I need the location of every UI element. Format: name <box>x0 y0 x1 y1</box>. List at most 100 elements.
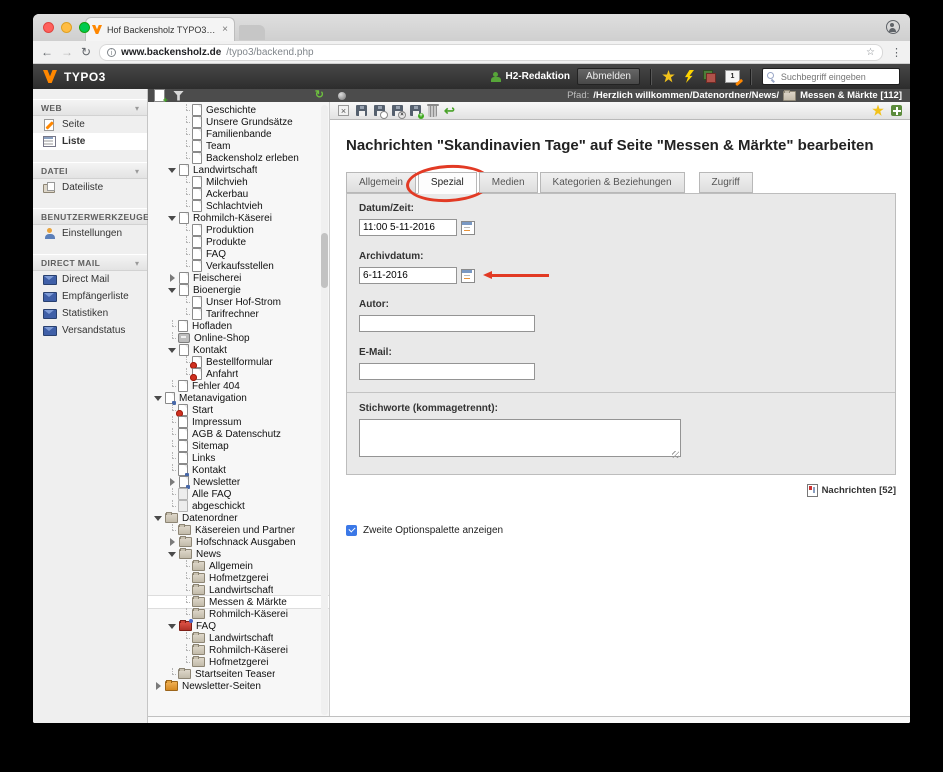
tree-item-bestellformular[interactable]: Bestellformular <box>148 356 329 368</box>
tree-expander-icon[interactable] <box>168 622 177 631</box>
lightning-icon[interactable] <box>684 70 694 83</box>
save-close-icon[interactable]: × <box>392 105 403 116</box>
current-record[interactable]: Messen & Märkte [112] <box>800 90 902 101</box>
tree-expander-icon[interactable] <box>168 538 177 547</box>
tree-item-abgeschickt[interactable]: abgeschickt <box>148 500 329 512</box>
bookmark-star-icon[interactable]: ☆ <box>866 47 875 58</box>
tree-item-sitemap[interactable]: Sitemap <box>148 440 329 452</box>
tree-item-hofschnack-ausgaben[interactable]: Hofschnack Ausgaben <box>148 536 329 548</box>
tree-item-produktion[interactable]: Produktion <box>148 224 329 236</box>
tree-item-rohmilch-käserei[interactable]: Rohmilch-Käserei <box>148 608 329 620</box>
tree-expander-icon[interactable] <box>154 682 163 691</box>
tree-item-faq[interactable]: FAQ <box>148 620 329 632</box>
record-count-link[interactable]: Nachrichten [52] <box>822 485 896 496</box>
logout-button[interactable]: Abmelden <box>577 68 640 85</box>
tree-item-verkaufsstellen[interactable]: Verkaufsstellen <box>148 260 329 272</box>
tree-item-faq[interactable]: FAQ <box>148 248 329 260</box>
archivdatum-input[interactable] <box>359 267 457 284</box>
back-icon[interactable]: ← <box>41 46 53 58</box>
tree-item-fehler-404[interactable]: Fehler 404 <box>148 380 329 392</box>
tree-item-newsletter[interactable]: Newsletter <box>148 476 329 488</box>
sidebar-section-header[interactable]: DATEI▾ <box>33 162 147 179</box>
tree-expander-icon[interactable] <box>168 478 177 487</box>
tree-item-fleischerei[interactable]: Fleischerei <box>148 272 329 284</box>
sidebar-item-statistiken[interactable]: Statistiken <box>33 305 147 322</box>
save-view-icon[interactable] <box>374 105 385 116</box>
tree-item-anfahrt[interactable]: Anfahrt <box>148 368 329 380</box>
sidebar-item-liste[interactable]: Liste <box>33 133 147 150</box>
datum-input[interactable] <box>359 219 457 236</box>
tree-item-schlachtvieh[interactable]: Schlachtvieh <box>148 200 329 212</box>
refresh-icon[interactable] <box>315 90 324 101</box>
opendocs-icon[interactable]: 1 <box>725 70 740 83</box>
tab-allgemein[interactable]: Allgemein <box>346 172 416 193</box>
tree-item-startseiten-teaser[interactable]: Startseiten Teaser <box>148 668 329 680</box>
tree-item-produkte[interactable]: Produkte <box>148 236 329 248</box>
undo-icon[interactable] <box>444 104 455 117</box>
tree-expander-icon[interactable] <box>154 514 163 523</box>
tree-item-landwirtschaft[interactable]: Landwirtschaft <box>148 584 329 596</box>
close-tab-icon[interactable]: × <box>222 24 228 35</box>
calendar-icon[interactable] <box>461 221 475 235</box>
tree-expander-icon[interactable] <box>168 166 177 175</box>
search-input[interactable] <box>779 71 895 83</box>
tree-item-landwirtschaft[interactable]: Landwirtschaft <box>148 632 329 644</box>
tree-expander-icon[interactable] <box>154 394 163 403</box>
sidebar-item-empfängerliste[interactable]: Empfängerliste <box>33 288 147 305</box>
tree-item-hofladen[interactable]: Hofladen <box>148 320 329 332</box>
save-icon[interactable] <box>356 105 367 116</box>
tab-kategorien-beziehungen[interactable]: Kategorien & Beziehungen <box>540 172 685 193</box>
tree-scrollbar-thumb[interactable] <box>321 233 328 288</box>
trash-icon[interactable] <box>428 106 437 117</box>
tree-item-online-shop[interactable]: Online-Shop <box>148 332 329 344</box>
tab-spezial[interactable]: Spezial <box>418 172 477 194</box>
options-checkbox[interactable] <box>346 525 357 536</box>
new-page-icon[interactable] <box>154 89 165 102</box>
star-icon[interactable] <box>662 70 675 83</box>
typo3-logo-icon[interactable] <box>43 70 57 83</box>
tree-item-geschichte[interactable]: Geschichte <box>148 104 329 116</box>
sidebar-item-versandstatus[interactable]: Versandstatus <box>33 322 147 339</box>
tree-expander-icon[interactable] <box>168 214 177 223</box>
sidebar-item-einstellungen[interactable]: Einstellungen <box>33 225 147 242</box>
reload-icon[interactable]: ↻ <box>81 46 91 58</box>
tree-item-start[interactable]: Start <box>148 404 329 416</box>
tab-zugriff[interactable]: Zugriff <box>699 172 753 193</box>
tree-item-ackerbau[interactable]: Ackerbau <box>148 188 329 200</box>
tree-item-hofmetzgerei[interactable]: Hofmetzgerei <box>148 656 329 668</box>
tree-item-impressum[interactable]: Impressum <box>148 416 329 428</box>
tree-item-tarifrechner[interactable]: Tarifrechner <box>148 308 329 320</box>
new-tab-button[interactable] <box>239 25 265 40</box>
browser-profile-icon[interactable] <box>886 20 900 34</box>
tree-expander-icon[interactable] <box>168 286 177 295</box>
close-icon[interactable] <box>338 105 349 116</box>
sidebar-item-direct-mail[interactable]: Direct Mail <box>33 271 147 288</box>
tree-item-käsereien-und-partner[interactable]: Käsereien und Partner <box>148 524 329 536</box>
tree-item-rohmilch-käserei[interactable]: Rohmilch-Käserei <box>148 644 329 656</box>
tree-item-kontakt[interactable]: Kontakt <box>148 344 329 356</box>
browser-tab[interactable]: Hof Backensholz TYPO3 - V6… × <box>85 17 235 41</box>
tree-item-agb-datenschutz[interactable]: AGB & Datenschutz <box>148 428 329 440</box>
tree-item-familienbande[interactable]: Familienbande <box>148 128 329 140</box>
tree-item-bioenergie[interactable]: Bioenergie <box>148 284 329 296</box>
calendar-icon[interactable] <box>461 269 475 283</box>
sidebar-section-header[interactable]: WEB▾ <box>33 99 147 116</box>
tree-item-team[interactable]: Team <box>148 140 329 152</box>
zoom-window-button[interactable] <box>79 22 90 33</box>
workspace-icon[interactable] <box>703 70 716 83</box>
tab-medien[interactable]: Medien <box>479 172 538 193</box>
tree-scrollbar[interactable] <box>321 105 328 715</box>
tree-expander-icon[interactable] <box>168 550 177 559</box>
close-window-button[interactable] <box>43 22 54 33</box>
tree-item-links[interactable]: Links <box>148 452 329 464</box>
email-input[interactable] <box>359 363 535 380</box>
forward-icon[interactable]: → <box>61 46 73 58</box>
tree-item-datenordner[interactable]: Datenordner <box>148 512 329 524</box>
tree-item-unsere-grundsätze[interactable]: Unsere Grundsätze <box>148 116 329 128</box>
save-new-icon[interactable]: + <box>410 105 421 116</box>
tree-item-alle-faq[interactable]: Alle FAQ <box>148 488 329 500</box>
sidebar-item-dateiliste[interactable]: Dateiliste <box>33 179 147 196</box>
tree-item-landwirtschaft[interactable]: Landwirtschaft <box>148 164 329 176</box>
tree-item-newsletter-seiten[interactable]: Newsletter-Seiten <box>148 680 329 692</box>
tree-item-messen-märkte[interactable]: Messen & Märkte <box>148 596 329 608</box>
